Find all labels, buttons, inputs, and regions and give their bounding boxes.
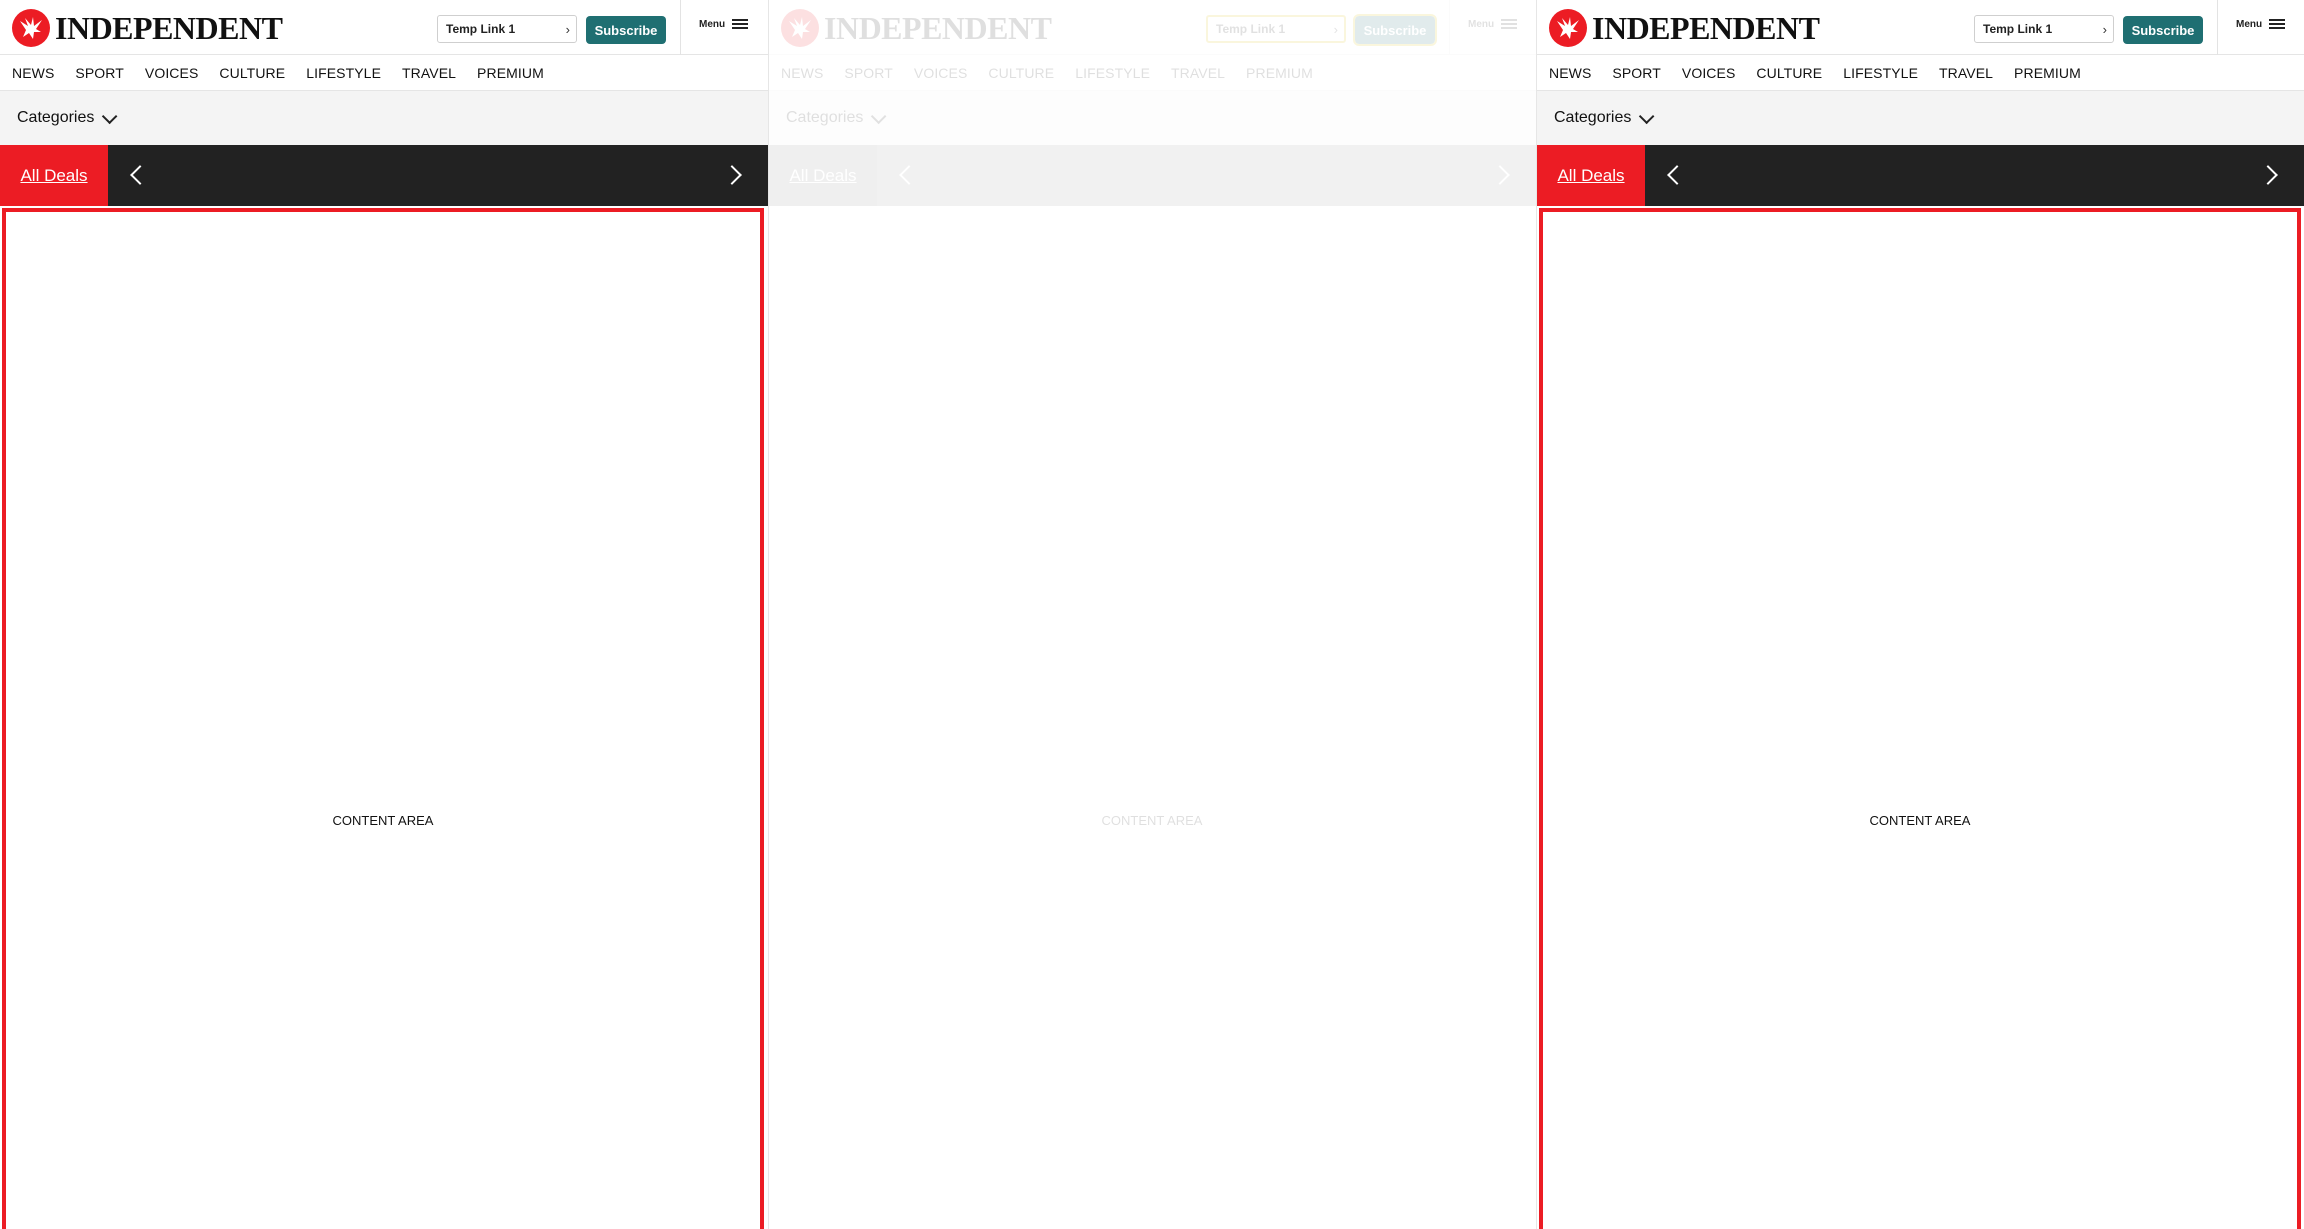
all-deals-link[interactable]: All Deals (769, 145, 877, 206)
site-logo[interactable]: INDEPENDENT (780, 8, 1052, 48)
subscribe-button[interactable]: Subscribe (586, 16, 666, 44)
site-header: INDEPENDENT Temp Link 1 › Subscribe Menu (769, 0, 1536, 55)
nav-item-sport[interactable]: SPORT (75, 65, 123, 81)
eagle-logo-icon (1549, 9, 1587, 47)
nav-item-travel[interactable]: TRAVEL (402, 65, 456, 81)
nav-item-culture[interactable]: CULTURE (219, 65, 285, 81)
menu-divider (2217, 0, 2218, 55)
hamburger-menu-icon (1501, 18, 1518, 30)
hamburger-menu-icon (732, 18, 749, 30)
subscribe-button[interactable]: Subscribe (2123, 16, 2203, 44)
chevron-right-icon: › (2102, 21, 2107, 37)
chevron-down-icon (102, 108, 118, 124)
menu-label: Menu (699, 18, 726, 30)
subscribe-button[interactable]: Subscribe (1353, 14, 1437, 46)
menu-label: Menu (1468, 18, 1495, 30)
chevron-left-icon[interactable] (130, 165, 150, 185)
nav-item-premium[interactable]: PREMIUM (477, 65, 544, 81)
all-deals-link[interactable]: All Deals (0, 145, 108, 206)
nav-item-sport[interactable]: SPORT (1612, 65, 1660, 81)
nav-item-lifestyle[interactable]: LIFESTYLE (1075, 65, 1150, 81)
main-nav: NEWS SPORT VOICES CULTURE LIFESTYLE TRAV… (769, 55, 1536, 91)
nav-item-lifestyle[interactable]: LIFESTYLE (306, 65, 381, 81)
content-area-label: CONTENT AREA (1101, 813, 1203, 828)
nav-item-lifestyle[interactable]: LIFESTYLE (1843, 65, 1918, 81)
menu-label: Menu (2236, 18, 2263, 30)
deals-bar: All Deals (0, 145, 768, 206)
panel-inner: INDEPENDENT Temp Link 1 › Subscribe Menu… (0, 0, 768, 1229)
nav-item-premium[interactable]: PREMIUM (1246, 65, 1313, 81)
logo-wordmark: INDEPENDENT (824, 10, 1052, 46)
nav-item-news[interactable]: NEWS (12, 65, 54, 81)
categories-dropdown[interactable]: Categories (769, 91, 1536, 145)
logo-wordmark: INDEPENDENT (1592, 10, 1820, 46)
nav-item-premium[interactable]: PREMIUM (2014, 65, 2081, 81)
site-header: INDEPENDENT Temp Link 1 › Subscribe Menu (1537, 0, 2304, 55)
logo-wordmark: INDEPENDENT (55, 10, 283, 46)
main-nav: NEWS SPORT VOICES CULTURE LIFESTYLE TRAV… (0, 55, 768, 91)
site-header: INDEPENDENT Temp Link 1 › Subscribe Menu (0, 0, 768, 55)
nav-item-travel[interactable]: TRAVEL (1171, 65, 1225, 81)
temp-link-label: Temp Link 1 (446, 22, 516, 36)
three-panel-stage: INDEPENDENT Temp Link 1 › Subscribe Menu… (0, 0, 2304, 1229)
temp-link-label: Temp Link 1 (1983, 22, 2053, 36)
chevron-right-icon: › (1333, 21, 1338, 37)
nav-item-culture[interactable]: CULTURE (1756, 65, 1822, 81)
categories-dropdown[interactable]: Categories (0, 91, 768, 145)
categories-label: Categories (1554, 109, 1632, 126)
panel-left: INDEPENDENT Temp Link 1 › Subscribe Menu… (0, 0, 768, 1229)
temp-link-select[interactable]: Temp Link 1 › (1974, 15, 2114, 43)
chevron-down-icon (1639, 108, 1655, 124)
panel-right: INDEPENDENT Temp Link 1 › Subscribe Menu… (1536, 0, 2304, 1229)
categories-dropdown[interactable]: Categories (1537, 91, 2304, 145)
menu-divider (1449, 0, 1450, 55)
site-logo[interactable]: INDEPENDENT (1548, 8, 1820, 48)
categories-label: Categories (17, 109, 95, 126)
menu-button[interactable]: Menu (1468, 18, 1518, 30)
chevron-left-icon[interactable] (899, 165, 919, 185)
content-area: CONTENT AREA (771, 208, 1533, 1229)
eagle-logo-icon (781, 9, 819, 47)
menu-button[interactable]: Menu (2236, 18, 2286, 30)
temp-link-label: Temp Link 1 (1216, 22, 1286, 36)
chevron-right-icon[interactable] (722, 165, 742, 185)
chevron-down-icon (871, 108, 887, 124)
chevron-right-icon[interactable] (2258, 165, 2278, 185)
deals-bar: All Deals (769, 145, 1536, 206)
content-area: CONTENT AREA (1539, 208, 2301, 1229)
site-logo[interactable]: INDEPENDENT (11, 8, 283, 48)
nav-item-news[interactable]: NEWS (1549, 65, 1591, 81)
nav-item-voices[interactable]: VOICES (1682, 65, 1736, 81)
deals-bar: All Deals (1537, 145, 2304, 206)
chevron-left-icon[interactable] (1667, 165, 1687, 185)
nav-item-voices[interactable]: VOICES (145, 65, 199, 81)
menu-button[interactable]: Menu (699, 18, 749, 30)
all-deals-link[interactable]: All Deals (1537, 145, 1645, 206)
hamburger-menu-icon (2269, 18, 2286, 30)
temp-link-select[interactable]: Temp Link 1 › (437, 15, 577, 43)
categories-label: Categories (786, 109, 864, 126)
nav-item-voices[interactable]: VOICES (914, 65, 968, 81)
eagle-logo-icon (12, 9, 50, 47)
menu-divider (680, 0, 681, 55)
panel-inner: INDEPENDENT Temp Link 1 › Subscribe Menu… (769, 0, 1536, 1229)
panel-inner: INDEPENDENT Temp Link 1 › Subscribe Menu… (1537, 0, 2304, 1229)
panel-middle: INDEPENDENT Temp Link 1 › Subscribe Menu… (768, 0, 1536, 1229)
nav-item-news[interactable]: NEWS (781, 65, 823, 81)
main-nav: NEWS SPORT VOICES CULTURE LIFESTYLE TRAV… (1537, 55, 2304, 91)
content-area-label: CONTENT AREA (332, 813, 434, 828)
nav-item-sport[interactable]: SPORT (844, 65, 892, 81)
chevron-right-icon[interactable] (1490, 165, 1510, 185)
chevron-right-icon: › (565, 21, 570, 37)
nav-item-culture[interactable]: CULTURE (988, 65, 1054, 81)
content-area-label: CONTENT AREA (1869, 813, 1971, 828)
nav-item-travel[interactable]: TRAVEL (1939, 65, 1993, 81)
temp-link-select[interactable]: Temp Link 1 › (1206, 15, 1346, 43)
content-area: CONTENT AREA (2, 208, 764, 1229)
